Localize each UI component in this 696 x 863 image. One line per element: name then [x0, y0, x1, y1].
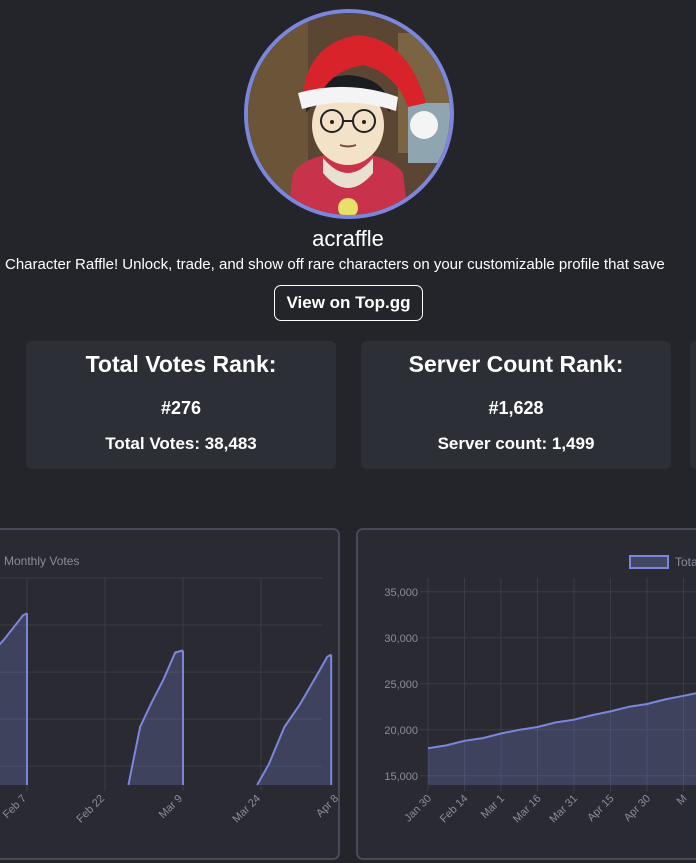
y-tick-label: 30,000 [384, 633, 418, 645]
x-tick-label: M [675, 793, 690, 808]
view-on-topgg-button[interactable]: View on Top.gg [274, 285, 423, 321]
x-tick-label: Apr 15 [585, 793, 616, 824]
total-votes-chart-svg: 15,000 20,000 25,000 30,000 35,000 Tota Jan 30… [384, 555, 696, 826]
bot-stats-page: acraffle Character Raffle! Unlock, trade… [0, 0, 696, 863]
x-tick-label: Mar 31 [547, 793, 580, 826]
x-tick-label: Feb 22 [74, 793, 107, 826]
y-tick-label: 15,000 [384, 771, 418, 783]
card-title: Server Count Rank: [408, 351, 624, 377]
x-tick-label: Jan 30 [402, 793, 434, 825]
x-tick-label: Apr 8 [314, 793, 340, 820]
bot-description: Character Raffle! Unlock, trade, and sho… [5, 256, 665, 273]
y-tick-label: 20,000 [384, 725, 418, 737]
series-area [428, 693, 696, 785]
series-area [128, 650, 183, 785]
votes-rank-value: #276 [160, 398, 202, 418]
legend-swatch [629, 555, 669, 569]
bot-avatar [244, 9, 454, 219]
x-tick-label: Mar 16 [511, 793, 544, 826]
chart-legend-label: Tota [675, 555, 696, 569]
total-votes-chart[interactable]: 15,000 20,000 25,000 30,000 35,000 Tota Jan 30… [356, 528, 696, 860]
x-tick-label: Apr 30 [622, 793, 653, 824]
monthly-votes-chart-svg: Monthly VotesbFeb 7Feb 22Mar 9Mar 24Apr … [0, 554, 340, 826]
x-tick-label: Mar 1 [479, 793, 507, 821]
card-title: Total Votes Rank: [85, 351, 277, 377]
x-tick-label: Mar 24 [230, 793, 263, 826]
x-tick-label: Feb 7 [1, 793, 29, 821]
y-tick-label: 25,000 [384, 679, 418, 691]
total-votes-rank-card: Total Votes Rank: #276 Total Votes: 38,4… [26, 341, 336, 469]
stat-card-partial-right [690, 341, 696, 469]
monthly-votes-chart[interactable]: Monthly VotesbFeb 7Feb 22Mar 9Mar 24Apr … [0, 528, 340, 860]
avatar-illustration [248, 13, 450, 215]
server-count-rank-card: Server Count Rank: #1,628 Server count: … [361, 341, 671, 469]
x-tick-label: Feb 14 [438, 793, 471, 826]
x-tick-label: Mar 9 [157, 793, 185, 821]
server-count-value: Server count: 1,499 [437, 434, 595, 453]
server-rank-value: #1,628 [488, 398, 544, 418]
y-tick-label: 35,000 [384, 587, 418, 599]
bot-name: acraffle [312, 226, 384, 251]
total-votes-count: Total Votes: 38,483 [105, 434, 257, 453]
chart-legend-label: Monthly Votes [4, 554, 79, 568]
